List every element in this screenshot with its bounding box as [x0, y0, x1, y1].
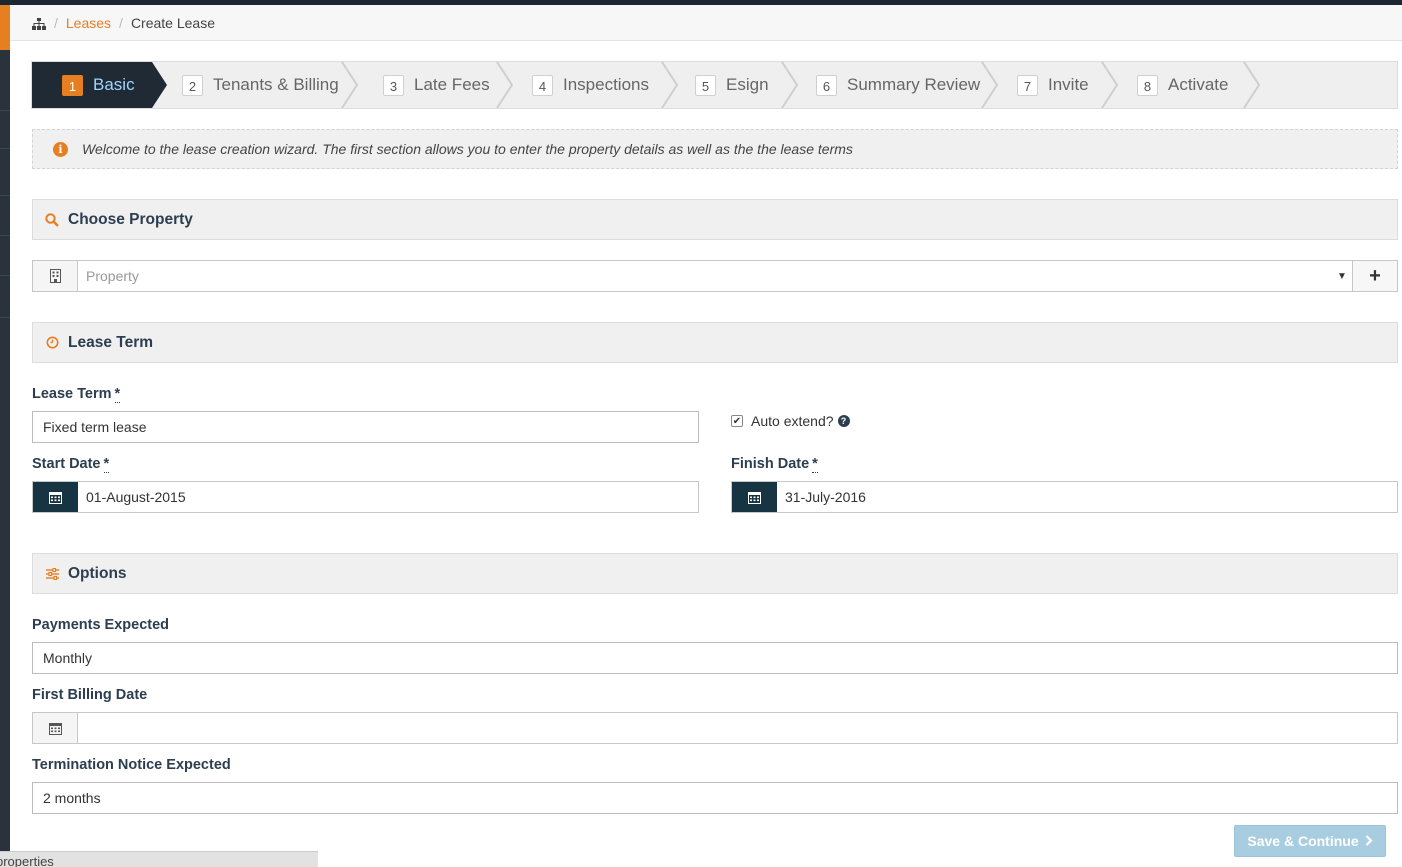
- lease-term-select[interactable]: Fixed term lease: [32, 411, 699, 443]
- panel-title: Choose Property: [68, 210, 193, 228]
- auto-extend-checkbox[interactable]: ✔: [731, 415, 743, 427]
- step-number: 2: [182, 74, 203, 96]
- start-date-input[interactable]: 01-August-2015: [78, 482, 698, 512]
- step-label: Basic: [93, 75, 135, 94]
- property-select[interactable]: Property: [78, 261, 1332, 291]
- breadcrumb-leases-link[interactable]: Leases: [66, 15, 111, 31]
- sidebar-divider: [0, 275, 10, 276]
- wizard-steps: 1 Basic 2 Tenants & Billing 3 Late Fees …: [31, 61, 1398, 109]
- wizard-step-basic[interactable]: 1 Basic: [62, 62, 135, 108]
- lease-term-header: Lease Term: [32, 322, 1398, 363]
- first-billing-date-label: First Billing Date: [32, 687, 148, 703]
- start-date-group: 01-August-2015: [32, 481, 699, 513]
- search-icon: [44, 212, 60, 228]
- lease-term-label: Lease Term *: [32, 386, 121, 403]
- step-label: Late Fees: [414, 75, 490, 94]
- choose-property-header: Choose Property: [32, 199, 1398, 240]
- chevron-down-icon[interactable]: ▼: [1332, 261, 1352, 291]
- finish-date-group: 31-July-2016: [731, 481, 1398, 513]
- add-property-button[interactable]: +: [1352, 261, 1397, 291]
- sidebar-divider: [0, 110, 10, 111]
- question-circle-icon[interactable]: ?: [837, 415, 850, 427]
- start-date-label-text: Start Date: [32, 456, 101, 472]
- step-number: 1: [62, 74, 83, 96]
- sidebar-divider: [0, 148, 10, 149]
- auto-extend-label: Auto extend?: [751, 413, 834, 429]
- start-date-label: Start Date *: [32, 456, 110, 473]
- finish-date-label-text: Finish Date: [731, 456, 810, 472]
- first-billing-date-input[interactable]: [78, 713, 1397, 743]
- breadcrumb-divider: /: [54, 14, 58, 31]
- step-number: 6: [816, 74, 837, 96]
- wizard-step-activate[interactable]: 8 Activate: [1137, 62, 1228, 108]
- wizard-step-esign[interactable]: 5 Esign: [695, 62, 769, 108]
- info-alert: i Welcome to the lease creation wizard. …: [32, 129, 1398, 169]
- breadcrumb: / Leases / Create Lease: [10, 5, 1402, 41]
- step-label: Esign: [726, 75, 769, 94]
- required-mark: *: [812, 456, 818, 473]
- chevron-right-icon: [1365, 833, 1373, 849]
- finish-date-label: Finish Date *: [731, 456, 818, 473]
- calendar-icon[interactable]: [732, 482, 777, 512]
- step-label: Summary Review: [847, 75, 981, 94]
- panel-title: Lease Term: [68, 333, 154, 351]
- wizard-step-inspections[interactable]: 4 Inspections: [532, 62, 649, 108]
- property-select-group: Property ▼ +: [32, 260, 1398, 292]
- step-label: Invite: [1048, 75, 1089, 94]
- save-continue-label: Save & Continue: [1247, 833, 1359, 849]
- sidebar-active-indicator: [0, 5, 10, 50]
- payments-expected-select[interactable]: Monthly: [32, 642, 1398, 674]
- step-number: 3: [383, 74, 404, 96]
- footer-properties-tab[interactable]: properties: [0, 851, 318, 867]
- step-number: 5: [695, 74, 716, 96]
- panel-title: Options: [68, 564, 127, 582]
- clock-icon: [44, 335, 60, 351]
- step-label: Tenants & Billing: [213, 75, 339, 94]
- sidebar-divider: [0, 195, 10, 196]
- alert-message: Welcome to the lease creation wizard. Th…: [82, 141, 853, 157]
- wizard-step-summary-review[interactable]: 6 Summary Review: [816, 62, 980, 108]
- required-mark: *: [114, 386, 121, 403]
- finish-date-input[interactable]: 31-July-2016: [777, 482, 1397, 512]
- sidebar-divider: [0, 235, 10, 236]
- payments-expected-label: Payments Expected: [32, 617, 170, 633]
- building-icon: [33, 261, 78, 291]
- wizard-step-invite[interactable]: 7 Invite: [1017, 62, 1089, 108]
- left-sidebar-rail: [0, 5, 10, 867]
- first-billing-date-group: [32, 712, 1398, 744]
- lease-term-label-text: Lease Term: [32, 386, 112, 402]
- wizard-step-tenants-billing[interactable]: 2 Tenants & Billing: [182, 62, 339, 108]
- save-continue-button[interactable]: Save & Continue: [1234, 825, 1386, 857]
- wizard-step-late-fees[interactable]: 3 Late Fees: [383, 62, 490, 108]
- step-label: Activate: [1168, 75, 1229, 94]
- auto-extend-row: ✔ Auto extend? ?: [731, 413, 850, 429]
- breadcrumb-divider: /: [119, 14, 123, 31]
- info-icon: i: [53, 141, 68, 157]
- termination-notice-label: Termination Notice Expected: [32, 757, 231, 773]
- step-label: Inspections: [563, 75, 649, 94]
- calendar-icon[interactable]: [33, 713, 78, 743]
- calendar-icon[interactable]: [33, 482, 78, 512]
- footer-tab-label: properties: [0, 854, 54, 867]
- step-number: 7: [1017, 74, 1038, 96]
- required-mark: *: [103, 456, 110, 473]
- sidebar-divider: [0, 317, 10, 318]
- termination-notice-select[interactable]: 2 months: [32, 782, 1398, 814]
- sitemap-icon[interactable]: [32, 17, 46, 30]
- step-number: 8: [1137, 74, 1158, 96]
- breadcrumb-current: Create Lease: [130, 14, 215, 31]
- step-number: 4: [532, 74, 553, 96]
- options-header: Options: [32, 553, 1398, 594]
- sliders-icon: [44, 566, 60, 582]
